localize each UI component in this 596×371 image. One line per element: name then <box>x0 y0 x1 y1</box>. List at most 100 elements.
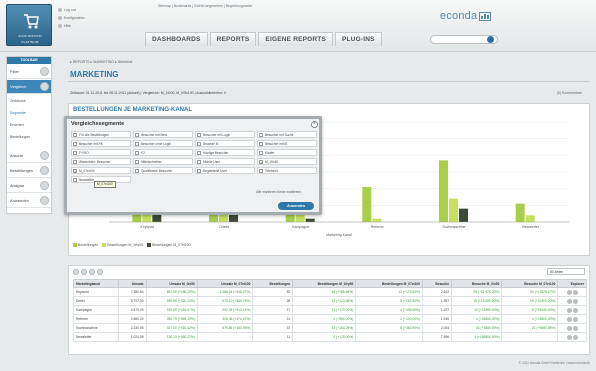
segment-checkbox[interactable]: Registrierte User <box>195 167 255 174</box>
prev-page-icon[interactable] <box>81 269 87 275</box>
column-header[interactable]: Umsatz M_07ei100 <box>196 279 254 288</box>
segment-checkbox[interactable]: Besucher mit Suche <box>257 131 317 138</box>
config-link[interactable]: Konfiguration <box>58 16 85 20</box>
close-icon[interactable]: × <box>311 121 318 128</box>
checkbox[interactable] <box>259 133 263 137</box>
explore-icon[interactable] <box>567 334 573 340</box>
column-header[interactable]: Besuche <box>422 279 453 288</box>
checkbox[interactable] <box>135 151 139 155</box>
tab-eigene-reports[interactable]: EIGENE REPORTS <box>258 32 334 46</box>
explore-icon[interactable] <box>567 307 573 313</box>
bar[interactable] <box>459 208 468 222</box>
tab-dashboards[interactable]: DASHBOARDS <box>145 32 208 46</box>
column-header[interactable]: Bestellungen <box>252 279 294 288</box>
checkbox[interactable] <box>197 133 201 137</box>
column-header[interactable]: Besuche M_07ei100 <box>501 279 559 288</box>
segment-checkbox[interactable]: Besucher mit Best. <box>133 131 193 138</box>
checkbox[interactable] <box>197 169 201 173</box>
segment-checkbox[interactable]: M_07ei100 <box>71 167 131 175</box>
sidebar-item-vergleich[interactable]: Vergleich <box>7 80 51 94</box>
sidebar-item-ansicht[interactable]: Ansicht <box>7 149 51 163</box>
segment-checkbox[interactable]: Besucher mit RK <box>71 140 131 147</box>
table-row[interactable]: Keyword 7.380,84 697,90 (+156,20%) 1.386,24… <box>73 287 587 297</box>
checkbox[interactable] <box>197 160 201 164</box>
sidebar-sub-zeitraeume[interactable]: Zeiträume <box>7 96 51 107</box>
column-header[interactable]: Umsatz <box>117 279 147 288</box>
shop-monitor-logo[interactable]: SHOP MONITOR PLATINUM <box>6 4 52 46</box>
segment-checkbox[interactable]: Mobile User <box>195 158 255 165</box>
column-header[interactable]: Explorer <box>557 279 587 288</box>
bar[interactable] <box>372 218 382 222</box>
table-row[interactable]: Direkt 5.797,30 590,86 (+320,20%) 578,10 (+… <box>73 296 587 306</box>
segment-checkbox[interactable]: FY/RO <box>71 149 131 156</box>
column-header[interactable]: Umsatz M_0/x50 <box>145 279 198 288</box>
explore-icon[interactable] <box>567 325 573 331</box>
drilldown-icon[interactable] <box>573 298 579 304</box>
sidebar-item-bestellungen[interactable]: Bestellungen <box>7 164 51 178</box>
checkbox[interactable] <box>73 133 77 137</box>
checkbox[interactable] <box>259 159 263 166</box>
checkbox[interactable] <box>73 160 77 164</box>
segment-checkbox[interactable]: P2 <box>133 149 193 156</box>
search-icon[interactable] <box>487 36 494 43</box>
segment-checkbox[interactable]: Qualifizierte Besucher <box>133 167 193 174</box>
checkbox[interactable] <box>135 142 139 146</box>
last-page-icon[interactable] <box>97 269 103 275</box>
checkbox[interactable] <box>73 151 77 155</box>
sidebar-item-filter[interactable]: Filter <box>7 65 51 79</box>
checkbox[interactable] <box>259 151 263 155</box>
checkbox[interactable] <box>73 178 77 182</box>
drilldown-icon[interactable] <box>573 289 579 295</box>
checkbox[interactable] <box>73 142 77 146</box>
table-row[interactable]: Referrer 2.680,24 289,70 (+865,19%) 326,36 … <box>73 314 587 324</box>
sidebar-sub-bestellungen[interactable]: Bestellungen <box>7 132 51 143</box>
sidebar-item-anwenden[interactable]: Anwenden <box>7 194 51 208</box>
column-header[interactable]: Marketingkanal <box>73 279 119 288</box>
segment-checkbox[interactable]: Browser IE <box>195 140 255 147</box>
bar[interactable] <box>515 203 525 222</box>
segment-checkbox[interactable]: Telefonnr. <box>257 167 317 174</box>
segment-checkbox[interactable]: Häufige Besucher <box>195 149 255 156</box>
explore-icon[interactable] <box>567 298 573 304</box>
top-links[interactable]: Sitemap | Bookmarks | Zuletzt angesehen … <box>158 4 252 8</box>
explore-icon[interactable] <box>567 316 573 322</box>
sidebar-item-analyse[interactable]: Analyse <box>7 179 51 193</box>
checkbox[interactable] <box>259 169 263 173</box>
segment-checkbox[interactable]: Für alle Bestellungen <box>71 131 131 138</box>
bar[interactable] <box>525 215 535 222</box>
mark-all-links[interactable]: Alle markieren Keine markieren <box>256 190 300 194</box>
table-row[interactable]: Suchmaschine 2.230,55 437,00 (+410,42%) 678… <box>73 323 587 333</box>
checkbox[interactable] <box>197 142 201 146</box>
segment-checkbox[interactable]: Besucher ohne Login <box>133 140 193 147</box>
comments-link[interactable]: (0) Kommentare <box>557 88 582 98</box>
checkbox[interactable] <box>73 168 77 175</box>
segment-checkbox[interactable]: Besucher mit IE <box>257 140 317 147</box>
table-row[interactable]: Newsletter 1.024,09 136,10 (+650,22%) -11 4 … <box>73 332 587 342</box>
help-link[interactable]: Hilfe <box>58 24 71 28</box>
first-page-icon[interactable] <box>73 269 79 275</box>
checkbox[interactable] <box>135 169 139 173</box>
column-header[interactable]: Bestellungen M_0/ry50 <box>292 279 357 288</box>
checkbox[interactable] <box>135 160 139 164</box>
tab-plug-ins[interactable]: PLUG-INS <box>335 32 382 46</box>
logout-link[interactable]: Log out <box>58 8 76 12</box>
drilldown-icon[interactable] <box>573 307 579 313</box>
rows-per-page-select[interactable]: 50 Zeilen <box>547 268 585 275</box>
segment-checkbox[interactable]: Wiederkehr. Besucher <box>71 158 131 165</box>
bar[interactable] <box>439 160 448 222</box>
tab-reports[interactable]: REPORTS <box>209 32 257 46</box>
drilldown-icon[interactable] <box>573 325 579 331</box>
bar[interactable] <box>362 187 372 222</box>
column-header[interactable]: Bestellungen M_07ei100 <box>355 279 424 288</box>
bar[interactable] <box>449 198 458 222</box>
checkbox[interactable] <box>259 142 263 146</box>
drilldown-icon[interactable] <box>573 316 579 322</box>
segment-checkbox[interactable]: Mittelschreiber <box>133 158 193 165</box>
next-page-icon[interactable] <box>89 269 95 275</box>
bar[interactable] <box>305 218 315 222</box>
checkbox[interactable] <box>197 151 201 155</box>
apply-button[interactable]: Anwenden <box>278 202 314 210</box>
column-header[interactable]: Besuche M_0/x50 <box>451 279 503 288</box>
drilldown-icon[interactable] <box>573 334 579 340</box>
checkbox[interactable] <box>135 133 139 137</box>
